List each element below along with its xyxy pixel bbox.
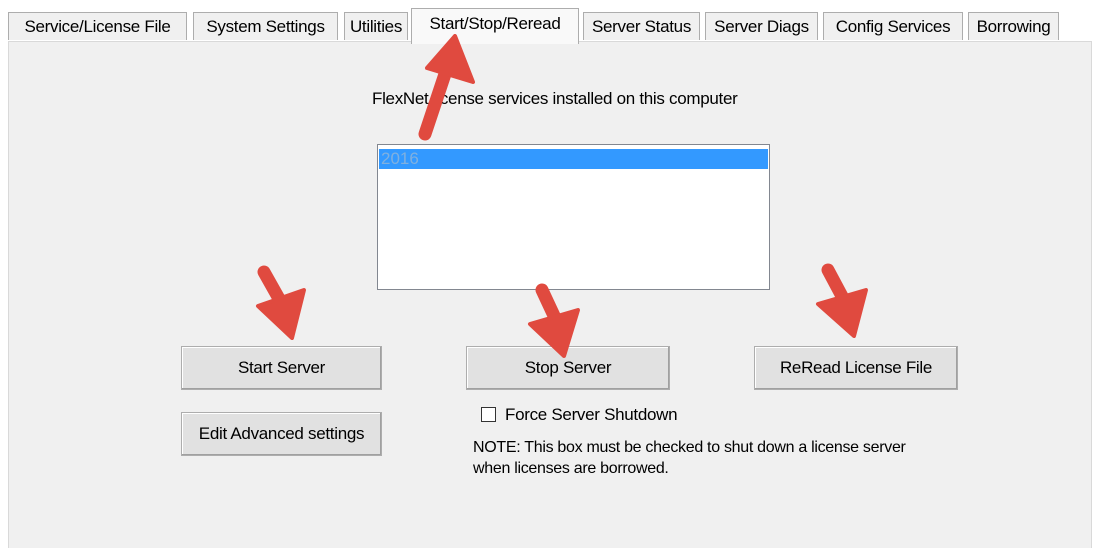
annotation-arrow-tab-icon (418, 34, 475, 141)
note-line-1: NOTE: This box must be checked to shut d… (473, 439, 906, 456)
start-server-button[interactable]: Start Server (181, 346, 382, 390)
note-line-2: when licenses are borrowed. (473, 460, 669, 477)
services-listbox[interactable]: 2016 (377, 144, 770, 290)
tab-strip: Service/License File System Settings Uti… (8, 8, 1098, 44)
annotation-arrow-reread-icon (816, 263, 868, 338)
tab-utilities[interactable]: Utilities (344, 12, 408, 40)
list-item-selected[interactable]: 2016 (379, 149, 768, 169)
tab-server-status[interactable]: Server Status (583, 12, 700, 40)
force-server-shutdown-checkbox[interactable] (481, 407, 496, 422)
edit-advanced-settings-button[interactable]: Edit Advanced settings (181, 412, 382, 456)
tab-borrowing[interactable]: Borrowing (968, 12, 1059, 40)
tab-system-settings[interactable]: System Settings (193, 12, 338, 40)
tab-server-diags[interactable]: Server Diags (705, 12, 818, 40)
annotation-arrow-start-icon (256, 265, 306, 340)
reread-license-file-button[interactable]: ReRead License File (754, 346, 958, 390)
flexnet-license-utility-window: Service/License File System Settings Uti… (0, 0, 1103, 548)
tab-service-license-file[interactable]: Service/License File (8, 12, 187, 40)
force-server-shutdown-label[interactable]: Force Server Shutdown (505, 405, 678, 425)
annotation-arrow-stop-icon (528, 283, 580, 358)
tab-config-services[interactable]: Config Services (823, 12, 963, 40)
